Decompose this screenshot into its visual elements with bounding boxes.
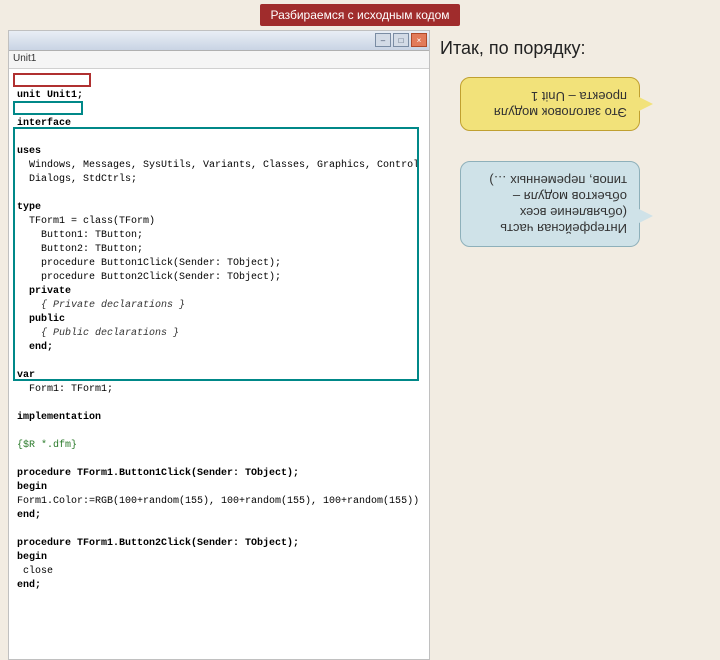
code-line: Button1: TButton; [17,230,143,241]
code-window: – □ × Unit1 unit Unit1; interface uses W… [8,30,430,660]
window-titlebar: – □ × [9,31,429,51]
close-button[interactable]: × [411,33,427,47]
code-line: Button2: TButton; [17,244,143,255]
callout-tail-icon [637,208,653,224]
editor-tab[interactable]: Unit1 [9,51,429,69]
code-line: Dialogs, StdCtrls; [17,174,137,185]
callout-tail-icon [637,96,653,112]
code-line: {$R *.dfm} [17,440,77,451]
minimize-button[interactable]: – [375,33,391,47]
code-line: end; [17,510,41,521]
code-line: Form1: TForm1; [17,384,113,395]
code-line: Windows, Messages, SysUtils, Variants, C… [17,160,419,171]
code-line: public [17,314,65,325]
slide-title: Разбираемся с исходным кодом [260,4,460,26]
code-line: private [17,286,71,297]
code-line: uses [17,146,41,157]
code-line: begin [17,482,47,493]
code-line: { Public declarations } [17,328,179,339]
maximize-button[interactable]: □ [393,33,409,47]
code-line: unit Unit1; [17,90,83,101]
side-panel: Итак, по порядку: Это заголовок модуля п… [440,38,710,247]
code-line: procedure Button2Click(Sender: TObject); [17,272,281,283]
window-buttons: – □ × [375,33,427,47]
callout-interface-section: Интерфейсная часть (объявление всех объе… [460,161,640,247]
highlight-interface-keyword [13,101,83,115]
code-line: var [17,370,35,381]
code-line: begin [17,552,47,563]
callout-text: Это заголовок модуля проекта – Unit 1 [494,89,627,120]
code-line: end; [17,342,53,353]
code-line: interface [17,118,71,129]
code-line: Form1.Color:=RGB(100+random(155), 100+ra… [17,496,419,507]
code-line: { Private declarations } [17,300,185,311]
code-line: type [17,202,41,213]
code-line: procedure Button1Click(Sender: TObject); [17,258,281,269]
callout-unit-header: Это заголовок модуля проекта – Unit 1 [460,77,640,131]
code-line: TForm1 = class(TForm) [17,216,155,227]
code-line: implementation [17,412,101,423]
code-area: unit Unit1; interface uses Windows, Mess… [9,69,429,659]
callout-text: Интерфейсная часть (объявление всех объе… [489,173,627,236]
side-heading: Итак, по порядку: [440,38,710,59]
code-line: close [17,566,53,577]
code-line: procedure TForm1.Button1Click(Sender: TO… [17,468,299,479]
code-line: end; [17,580,41,591]
highlight-unit-header [13,73,91,87]
